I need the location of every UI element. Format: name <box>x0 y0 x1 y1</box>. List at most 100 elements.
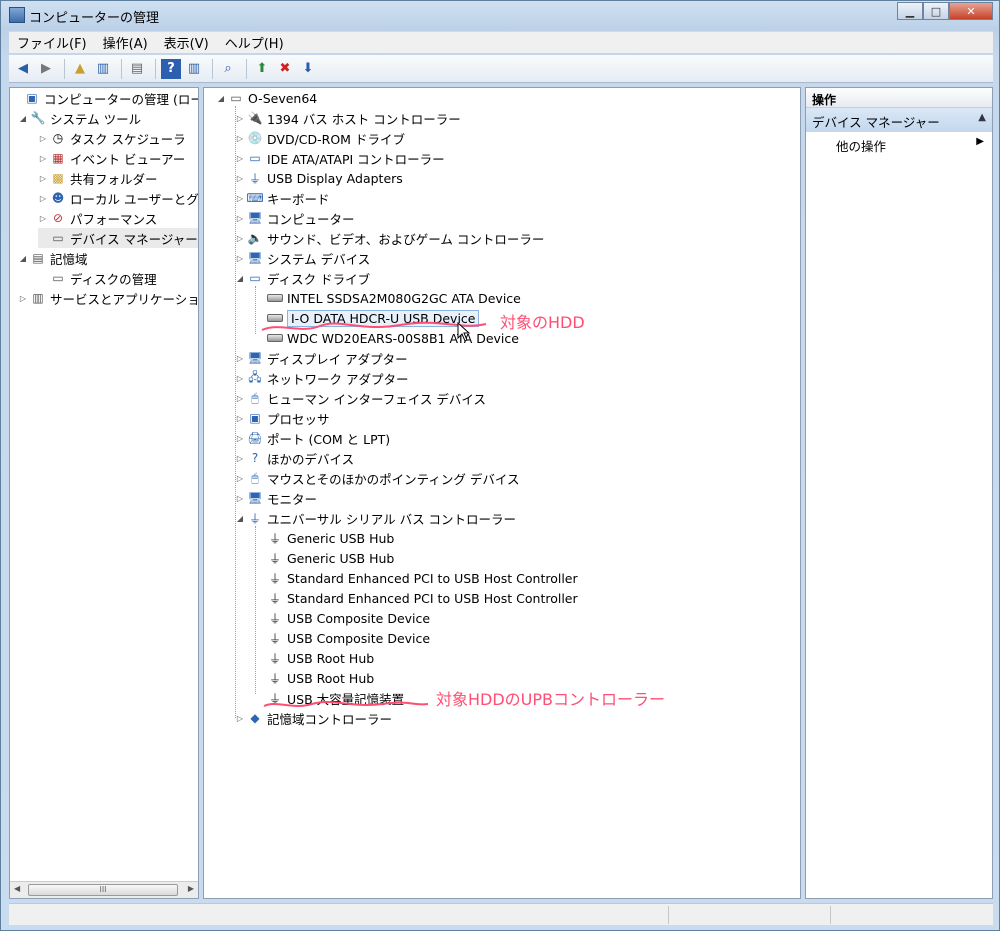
expand-arrow-icon[interactable]: ▷ <box>235 254 245 263</box>
device-category[interactable]: ▷? ほかのデバイス <box>235 448 354 468</box>
device-category[interactable]: ▷ 💿 DVD/CD-ROM ドライブ <box>235 128 405 148</box>
tree-item-device-manager[interactable]: ▭ デバイス マネージャー <box>38 228 198 248</box>
tree-item-disk-management[interactable]: ▭ ディスクの管理 <box>38 268 156 288</box>
action-more-actions[interactable]: 他の操作 ▶ <box>806 134 992 154</box>
expand-arrow-icon[interactable]: ▷ <box>38 154 48 163</box>
tree-item-shared-folders[interactable]: ▷ ▩ 共有フォルダー <box>38 168 158 188</box>
menu-action[interactable]: 操作(A) <box>95 33 156 52</box>
collapse-arrow-icon[interactable]: ◢ <box>18 114 28 123</box>
device-category[interactable]: ▷ ▣ プロセッサ <box>235 408 330 428</box>
update-driver-icon[interactable]: ⬆ <box>252 59 272 79</box>
expand-arrow-icon[interactable]: ▷ <box>235 714 245 723</box>
device-category[interactable]: ▷ 🖱 ヒューマン インターフェイス デバイス <box>235 388 486 408</box>
tree-item-root[interactable]: ▣ コンピューターの管理 (ローカ <box>12 88 198 108</box>
horizontal-scrollbar[interactable]: ◀ III ▶ <box>10 881 198 898</box>
forward-icon[interactable]: ▶ <box>36 59 56 79</box>
scrollbar-thumb[interactable]: III <box>28 884 178 896</box>
device-category[interactable]: ▷ ⏚ USB Display Adapters <box>235 168 403 188</box>
expand-arrow-icon[interactable]: ▷ <box>235 214 245 223</box>
menu-help[interactable]: ヘルプ(H) <box>217 33 292 52</box>
properties-icon[interactable]: ▤ <box>127 59 147 79</box>
tree-item-performance[interactable]: ▷ ⊘ パフォーマンス <box>38 208 157 228</box>
usb-controller-item[interactable]: ⏚ Standard Enhanced PCI to USB Host Contr… <box>255 568 578 588</box>
expand-arrow-icon[interactable]: ▷ <box>235 114 245 123</box>
back-icon[interactable]: ◀ <box>13 59 33 79</box>
device-category[interactable]: ▷ ▭ IDE ATA/ATAPI コントローラー <box>235 148 445 168</box>
expand-arrow-icon[interactable]: ▷ <box>235 494 245 503</box>
device-category[interactable]: ▷ 🖥 コンピューター <box>235 208 355 228</box>
collapse-up-icon[interactable]: ▲ <box>978 112 986 123</box>
device-category[interactable]: ▷ 🔈 サウンド、ビデオ、およびゲーム コントローラー <box>235 228 544 248</box>
expand-arrow-icon[interactable]: ▷ <box>235 414 245 423</box>
disk-drive-item[interactable]: INTEL SSDSA2M080G2GC ATA Device <box>255 288 521 308</box>
expand-arrow-icon[interactable]: ▷ <box>18 294 28 303</box>
device-tree: ◢ ▭ O-Seven64 ▷ 🔌 1394 バス ホスト コントローラー ▷ 💿 DVD… <box>203 87 801 899</box>
collapse-arrow-icon[interactable]: ◢ <box>235 514 245 523</box>
menu-view[interactable]: 表示(V) <box>156 33 217 52</box>
usb-controller-item[interactable]: ⏚ USB Root Hub <box>255 648 374 668</box>
up-folder-icon[interactable]: ▲ <box>70 59 90 79</box>
usb-controller-item[interactable]: ⏚ USB Composite Device <box>255 608 430 628</box>
expand-arrow-icon[interactable]: ▷ <box>235 454 245 463</box>
usb-controller-item[interactable]: ⏚ USB Root Hub <box>255 668 374 688</box>
toolbar: ◀ ▶ ▲ ▥ ▤ ? ▥ ⌕ ⬆ ✖ ⬇ <box>9 55 993 83</box>
expand-arrow-icon[interactable]: ▷ <box>235 354 245 363</box>
expand-arrow-icon[interactable]: ▷ <box>235 234 245 243</box>
action-group-device-manager[interactable]: デバイス マネージャー ▲ <box>806 108 992 132</box>
close-button[interactable]: ✕ <box>949 2 993 20</box>
device-category[interactable]: ◢ ⏚ ユニバーサル シリアル バス コントローラー <box>235 508 516 528</box>
expand-arrow-icon[interactable]: ▷ <box>38 194 48 203</box>
tree-item-local-users[interactable]: ▷ ☻ ローカル ユーザーとグ <box>38 188 198 208</box>
minimize-button[interactable]: ▁ <box>897 2 923 20</box>
device-category[interactable]: ▷ 🖨 ポート (COM と LPT) <box>235 428 390 448</box>
device-category[interactable]: ▷ 🖥 モニター <box>235 488 317 508</box>
collapse-arrow-icon[interactable]: ◢ <box>235 274 245 283</box>
device-category[interactable]: ▷ 🖥 ディスプレイ アダプター <box>235 348 408 368</box>
help-icon[interactable]: ? <box>161 58 181 79</box>
tools-icon: 🔧 <box>30 111 46 125</box>
expand-arrow-icon[interactable]: ▷ <box>235 194 245 203</box>
tree-item-system-tools[interactable]: ◢ 🔧 システム ツール <box>18 108 141 128</box>
expand-arrow-icon[interactable]: ▷ <box>235 394 245 403</box>
expand-arrow-icon[interactable]: ▷ <box>235 434 245 443</box>
show-hide-tree-icon[interactable]: ▥ <box>93 59 113 79</box>
device-root[interactable]: ◢ ▭ O-Seven64 <box>216 88 317 108</box>
maximize-button[interactable]: □ <box>923 2 949 20</box>
device-category[interactable]: ▷ ⌨ キーボード <box>235 188 330 208</box>
usb-plug-icon: ⏚ <box>268 611 281 626</box>
expand-arrow-icon[interactable]: ▷ <box>38 174 48 183</box>
expand-arrow-icon[interactable]: ▷ <box>38 214 48 223</box>
tree-item-storage[interactable]: ◢ ▤ 記憶域 <box>18 248 88 268</box>
annotation-target-hdd: 対象のHDD <box>500 313 585 332</box>
expand-arrow-icon[interactable]: ▷ <box>235 374 245 383</box>
collapse-arrow-icon[interactable]: ◢ <box>18 254 28 263</box>
usb-controller-item[interactable]: ⏚ USB Composite Device <box>255 628 430 648</box>
device-category-icon: 🖥 <box>247 491 263 505</box>
tree-item-task-scheduler[interactable]: ▷ ◷ タスク スケジューラ <box>38 128 186 148</box>
disable-device-icon[interactable]: ⬇ <box>298 59 318 79</box>
expand-arrow-icon[interactable]: ▷ <box>235 154 245 163</box>
expand-arrow-icon[interactable]: ▷ <box>235 134 245 143</box>
device-category[interactable]: ▷ 🖧 ネットワーク アダプター <box>235 368 409 388</box>
device-category[interactable]: ▷ 🖥 システム デバイス <box>235 248 370 268</box>
expand-arrow-icon[interactable]: ▷ <box>235 474 245 483</box>
tree-item-label: デバイス マネージャー <box>70 231 198 247</box>
usb-controller-item[interactable]: ⏚ Generic USB Hub <box>255 548 394 568</box>
usb-controller-item[interactable]: ⏚ Generic USB Hub <box>255 528 394 548</box>
expand-arrow-icon[interactable]: ▷ <box>38 134 48 143</box>
device-category[interactable]: ▷ 🔌 1394 バス ホスト コントローラー <box>235 108 461 128</box>
collapse-arrow-icon[interactable]: ◢ <box>216 94 226 103</box>
device-label: ポート (COM と LPT) <box>267 431 391 447</box>
menu-file[interactable]: ファイル(F) <box>9 33 95 52</box>
device-category[interactable]: ▷ 🖱 マウスとそのほかのポインティング デバイス <box>235 468 520 488</box>
tree-item-event-viewer[interactable]: ▷ ▦ イベント ビューアー <box>38 148 185 168</box>
tree-item-services-apps[interactable]: ▷ ▥ サービスとアプリケーショ <box>18 288 198 308</box>
show-action-pane-icon[interactable]: ▥ <box>184 59 204 79</box>
expand-arrow-icon[interactable]: ▷ <box>235 174 245 183</box>
scroll-right-icon[interactable]: ▶ <box>188 884 194 893</box>
scan-hardware-icon[interactable]: ⌕ <box>218 59 238 79</box>
scroll-left-icon[interactable]: ◀ <box>14 884 20 893</box>
uninstall-icon[interactable]: ✖ <box>275 59 295 79</box>
device-category[interactable]: ◢ ▭ ディスク ドライブ <box>235 268 370 288</box>
usb-controller-item[interactable]: ⏚ Standard Enhanced PCI to USB Host Contr… <box>255 588 578 608</box>
